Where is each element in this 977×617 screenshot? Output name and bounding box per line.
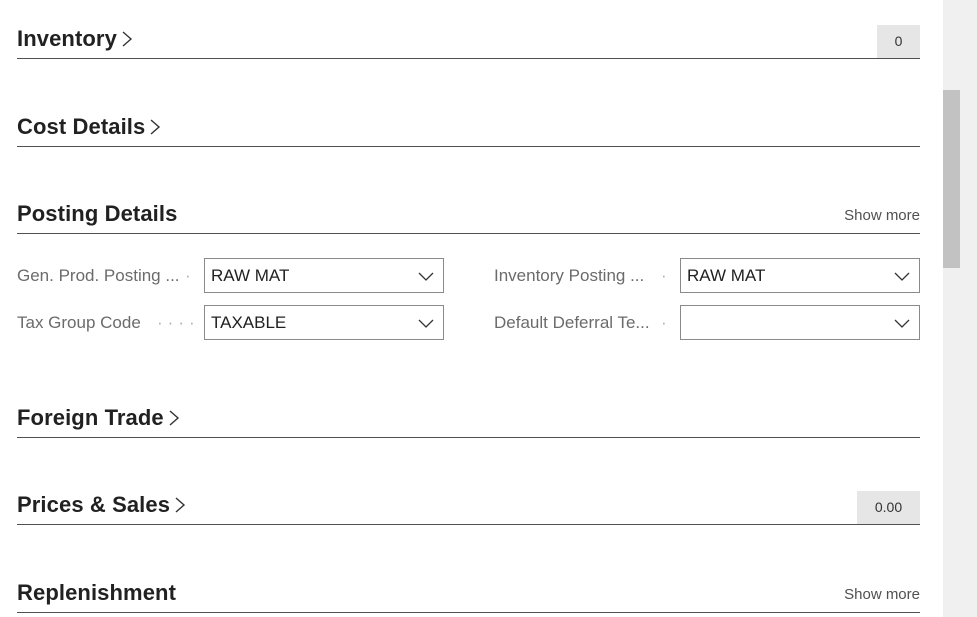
inventory-badge[interactable]: 0 [877, 25, 920, 58]
section-title-label: Cost Details [17, 114, 146, 139]
chevron-right-icon [148, 118, 162, 136]
chevron-right-icon [167, 409, 181, 427]
inventory-posting-group-field: Inventory Posting ... · RAW MAT [494, 258, 920, 293]
chevron-right-icon [173, 496, 187, 514]
default-deferral-template-select[interactable] [680, 305, 920, 340]
gen-prod-posting-group-select[interactable]: RAW MAT [204, 258, 444, 293]
section-inventory-title[interactable]: Inventory [17, 26, 134, 52]
vertical-scrollbar[interactable] [943, 0, 977, 617]
field-leader-dots: · [661, 313, 672, 332]
section-prices-sales: Prices & Sales 0.00 [17, 486, 920, 525]
inventory-posting-group-select[interactable]: RAW MAT [680, 258, 920, 293]
prices-sales-badge[interactable]: 0.00 [857, 491, 920, 524]
posting-details-show-more-link[interactable]: Show more [844, 207, 920, 224]
scrollbar-thumb[interactable] [943, 90, 960, 268]
section-replenishment-title[interactable]: Replenishment [17, 580, 176, 606]
section-header: Foreign Trade [17, 399, 920, 438]
field-label: Gen. Prod. Posting ... [17, 266, 180, 285]
section-title-label: Inventory [17, 26, 117, 51]
field-label: Default Deferral Te... [494, 313, 650, 332]
chevron-down-icon [418, 269, 434, 281]
section-replenishment: Replenishment Show more [17, 574, 920, 613]
section-foreign-trade-title[interactable]: Foreign Trade [17, 405, 181, 431]
replenishment-show-more-link[interactable]: Show more [844, 586, 920, 603]
select-value: RAW MAT [687, 266, 766, 285]
default-deferral-template-field: Default Deferral Te... · [494, 305, 920, 340]
section-posting-details-title[interactable]: Posting Details [17, 201, 177, 227]
section-prices-sales-title[interactable]: Prices & Sales [17, 492, 187, 518]
section-inventory: Inventory 0 [17, 20, 920, 59]
select-value: RAW MAT [211, 266, 290, 285]
section-cost-details-title[interactable]: Cost Details [17, 114, 162, 140]
tax-group-code-field: Tax Group Code ···· TAXABLE [17, 305, 444, 340]
select-value: TAXABLE [211, 313, 287, 332]
field-label: Tax Group Code [17, 313, 141, 332]
section-foreign-trade: Foreign Trade [17, 399, 920, 438]
tax-group-code-select[interactable]: TAXABLE [204, 305, 444, 340]
chevron-right-icon [120, 30, 134, 48]
section-title-label: Foreign Trade [17, 405, 164, 430]
gen-prod-posting-group-field: Gen. Prod. Posting ... · RAW MAT [17, 258, 444, 293]
section-title-label: Replenishment [17, 580, 176, 605]
section-posting-details: Posting Details Show more [17, 195, 920, 234]
field-leader-dots: · [661, 266, 672, 285]
section-header: Posting Details Show more [17, 195, 920, 234]
section-title-label: Posting Details [17, 201, 178, 226]
chevron-down-icon [894, 316, 910, 328]
item-card-content: Inventory 0 Cost Details Posting Details [17, 0, 920, 617]
chevron-down-icon [894, 269, 910, 281]
section-header: Inventory 0 [17, 20, 920, 59]
section-title-label: Prices & Sales [17, 492, 171, 517]
section-header: Replenishment Show more [17, 574, 920, 613]
field-leader-dots: ···· [157, 313, 197, 332]
chevron-down-icon [418, 316, 434, 328]
section-header: Prices & Sales 0.00 [17, 486, 920, 525]
section-header: Cost Details [17, 108, 920, 147]
section-cost-details: Cost Details [17, 108, 920, 147]
field-leader-dots: · [185, 266, 196, 285]
field-label: Inventory Posting ... [494, 266, 645, 285]
